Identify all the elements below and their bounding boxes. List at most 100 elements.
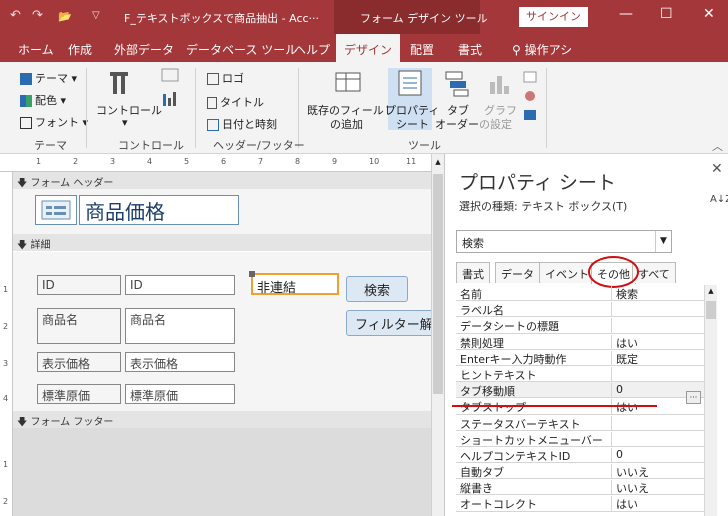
cost-field[interactable]: 標準原価 (125, 384, 235, 404)
product-name-field[interactable]: 商品名 (125, 308, 235, 344)
tab-external-data[interactable]: 外部データ (114, 41, 174, 58)
tab-order-button-line2[interactable]: オーダー (435, 116, 479, 132)
property-value[interactable]: はい (611, 334, 704, 350)
form-scrollbar[interactable]: ▲ (431, 154, 444, 516)
selection-handle[interactable] (249, 271, 255, 277)
property-row[interactable]: タブ移動順 0 (456, 382, 704, 399)
property-value[interactable] (611, 431, 704, 447)
property-row[interactable]: Enterキー入力時動作 既定 (456, 350, 704, 366)
close-icon[interactable]: ✕ (711, 161, 723, 177)
minimize-icon[interactable]: — (619, 6, 633, 22)
id-field[interactable]: ID (125, 275, 235, 295)
logo-icon (207, 73, 219, 85)
property-value[interactable] (611, 302, 704, 318)
chevron-down-icon[interactable]: ▾ (122, 116, 128, 129)
search-button[interactable]: 検索 (346, 276, 408, 302)
scroll-thumb[interactable] (433, 174, 443, 394)
property-row[interactable]: 名前 検索 (456, 285, 704, 302)
product-name-label[interactable]: 商品名 (37, 308, 121, 344)
property-value[interactable] (611, 366, 704, 382)
tab-order-icon (442, 68, 472, 98)
close-icon[interactable]: ✕ (703, 6, 715, 22)
form-icon[interactable] (35, 195, 77, 225)
tab-design[interactable]: デザイン (336, 34, 401, 62)
search-textbox[interactable]: 非連結 (251, 273, 339, 296)
context-title: フォーム デザイン ツール (360, 12, 488, 25)
property-value[interactable]: 既定 (611, 350, 704, 366)
form-title-label[interactable]: 商品価格 (79, 195, 239, 225)
property-value[interactable]: いいえ (611, 464, 704, 480)
tab-tell-me[interactable]: ⚲ 操作アシ (512, 41, 572, 58)
tab-format[interactable]: 書式 (458, 41, 482, 58)
chart-settings-button-line2[interactable]: の設定 (479, 116, 512, 132)
logo-button[interactable]: ロゴ (207, 70, 244, 86)
detail-header-bar[interactable]: 🡇 詳細 (13, 234, 431, 251)
title-button[interactable]: タイトル (207, 94, 264, 110)
chart-settings-icon (484, 68, 514, 98)
tab-home[interactable]: ホーム (18, 41, 54, 58)
property-value[interactable] (611, 318, 704, 334)
property-row[interactable]: 縦書き いいえ (456, 479, 704, 496)
property-name: 自動タブ (460, 466, 504, 480)
scroll-thumb[interactable] (706, 301, 716, 319)
open-folder-icon[interactable]: 📂 (58, 10, 72, 23)
scroll-up-icon[interactable]: ▲ (706, 287, 716, 295)
property-sheet-button-line2[interactable]: シート (396, 116, 429, 132)
theme-button[interactable]: テーマ ▾ (20, 70, 77, 86)
property-row[interactable]: ステータスバーテキスト (456, 415, 704, 431)
detail-section[interactable]: ID ID 商品名 商品名 表示価格 表示価格 標準原価 標準原価 非連結 検索… (13, 252, 436, 411)
tab-arrange[interactable]: 配置 (410, 41, 434, 58)
property-row[interactable]: オートコレクト はい (456, 495, 704, 512)
customize-qat-icon[interactable]: ▽ (92, 10, 100, 21)
property-value[interactable]: 検索 (611, 286, 704, 301)
id-label[interactable]: ID (37, 275, 121, 295)
tab-database-tools[interactable]: データベース ツール (186, 41, 297, 58)
property-row[interactable]: ショートカットメニューバー (456, 431, 704, 447)
form-footer-bar[interactable]: 🡇 フォーム フッター (13, 411, 431, 428)
property-grid-scrollbar[interactable]: ▲ (704, 285, 717, 516)
form-footer-section[interactable] (13, 428, 431, 516)
property-row[interactable]: 禁則処理 はい (456, 334, 704, 350)
redo-icon[interactable]: ↷ (32, 8, 43, 23)
add-control-icon[interactable] (160, 90, 180, 110)
tab-data[interactable]: データ (495, 262, 540, 283)
insert-image-icon[interactable] (160, 66, 180, 86)
object-selector[interactable]: 検索 ▼ (456, 230, 672, 253)
sort-icon[interactable]: A↓Z (710, 194, 728, 205)
undo-icon[interactable]: ↶ (10, 8, 21, 23)
collapse-ribbon-icon[interactable]: ︿ (712, 138, 723, 154)
maximize-icon[interactable]: ☐ (660, 6, 673, 22)
cost-label[interactable]: 標準原価 (37, 384, 121, 404)
form-header-bar[interactable]: 🡇 フォーム ヘッダー (13, 172, 431, 189)
property-row[interactable]: 自動タブ いいえ (456, 463, 704, 480)
filter-clear-button[interactable]: フィルター解 (346, 310, 436, 336)
property-value[interactable]: はい (611, 496, 704, 512)
tab-create[interactable]: 作成 (68, 41, 92, 58)
color-button[interactable]: 配色 ▾ (20, 92, 66, 108)
property-row[interactable]: ヘルプコンテキストID 0 (456, 447, 704, 464)
builder-ellipsis-button[interactable]: ··· (686, 391, 701, 404)
tab-help[interactable]: ヘルプ (294, 41, 330, 58)
controls-button[interactable]: コントロール (96, 102, 162, 118)
ruler-mark: 2 (3, 497, 9, 506)
datetime-button[interactable]: 日付と時刻 (207, 116, 277, 132)
property-name: データシートの標題 (460, 320, 559, 334)
tab-event[interactable]: イベント (539, 262, 595, 283)
property-row[interactable]: データシートの標題 (456, 317, 704, 334)
property-value[interactable]: 0 (611, 447, 704, 463)
property-value[interactable]: いいえ (611, 480, 704, 496)
signin-button[interactable]: サインイン (519, 7, 588, 27)
property-value[interactable] (611, 415, 704, 431)
more-tools-icon[interactable] (522, 70, 538, 130)
add-fields-button-line2[interactable]: の追加 (330, 116, 363, 132)
property-row[interactable]: ヒントテキスト (456, 366, 704, 383)
chevron-down-icon[interactable]: ▼ (655, 231, 671, 252)
font-button[interactable]: フォント ▾ (20, 114, 88, 130)
form-header-section[interactable]: 商品価格 (13, 189, 431, 234)
price-label[interactable]: 表示価格 (37, 352, 121, 372)
property-row[interactable]: ラベル名 (456, 301, 704, 318)
tab-format[interactable]: 書式 (456, 262, 490, 283)
price-field[interactable]: 表示価格 (125, 352, 235, 372)
ruler-mark: 4 (3, 394, 9, 403)
scroll-up-icon[interactable]: ▲ (433, 158, 443, 168)
